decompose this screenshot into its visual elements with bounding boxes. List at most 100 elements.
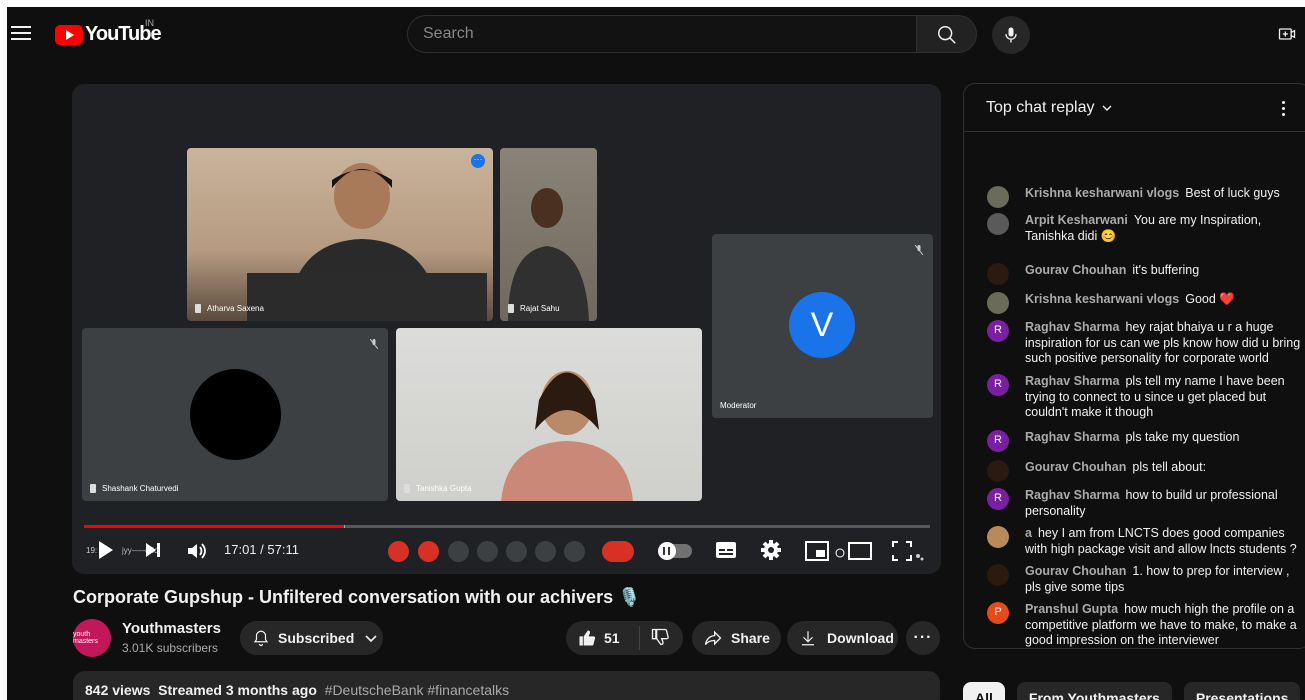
progress-bar[interactable]: [84, 525, 930, 528]
volume-button[interactable]: [186, 541, 208, 561]
channel-name[interactable]: Youthmasters: [122, 620, 221, 637]
participant-name: Tanishka Gupta: [404, 484, 472, 493]
chat-author-avatar[interactable]: R: [987, 320, 1009, 342]
chat-message: P Pranshul Gupta how much high the profile…: [987, 602, 1305, 648]
chat-header: Top chat replay: [964, 84, 1305, 132]
moderator-avatar: V: [789, 292, 855, 358]
chat-author-name[interactable]: Pranshul Gupta: [1025, 602, 1118, 616]
chat-message-text: pls take my question: [1125, 430, 1240, 444]
youtube-logo[interactable]: YouTube IN: [55, 18, 162, 46]
chat-author-avatar[interactable]: [987, 526, 1009, 548]
chat-author-avatar[interactable]: [987, 292, 1009, 314]
chevron-down-icon: [365, 635, 377, 643]
like-count: 51: [604, 630, 620, 646]
play-button[interactable]: [99, 541, 113, 559]
fullscreen-button[interactable]: [888, 540, 924, 562]
chevron-down-icon[interactable]: [1101, 102, 1113, 114]
channel-avatar[interactable]: youth masters: [73, 619, 111, 657]
chat-message-body: a hey I am from LNCTS does good companies…: [1025, 526, 1305, 557]
participant-tile: V Moderator: [712, 234, 933, 418]
time-total: 57:11: [267, 542, 299, 557]
description-box[interactable]: 842 views Streamed 3 months ago #Deutsch…: [73, 671, 940, 700]
like-button[interactable]: 51: [566, 626, 640, 650]
chat-author-avatar[interactable]: [987, 213, 1009, 235]
chat-author-avatar[interactable]: [987, 460, 1009, 482]
chat-author-avatar[interactable]: [987, 186, 1009, 208]
meet-end-call-icon: [602, 541, 634, 562]
settings-button[interactable]: [759, 538, 783, 562]
chat-author-name[interactable]: Raghav Sharma: [1025, 488, 1119, 502]
share-icon: [704, 630, 722, 646]
search-input[interactable]: [408, 16, 916, 52]
chat-message: Krishna kesharwani vlogs Good ❤️: [987, 292, 1305, 314]
miniplayer-icon: [805, 541, 829, 561]
participant-name: Atharva Saxena: [195, 304, 264, 313]
filter-chip[interactable]: From Youthmasters: [1016, 682, 1172, 700]
participant-label: Shashank Chaturvedi: [102, 484, 179, 493]
more-options-icon[interactable]: ···: [471, 154, 485, 168]
chat-author-name[interactable]: Raghav Sharma: [1025, 430, 1119, 444]
hamburger-menu-icon[interactable]: [11, 23, 31, 43]
create-button[interactable]: [1277, 24, 1297, 44]
chat-author-name[interactable]: Arpit Kesharwani: [1025, 213, 1128, 227]
subtitles-icon: [716, 542, 736, 558]
chat-author-name[interactable]: Gourav Chouhan: [1025, 263, 1126, 277]
meet-camera-off-icon: [418, 541, 439, 562]
theater-button[interactable]: [835, 541, 875, 561]
chat-more-options-icon[interactable]: [1282, 98, 1286, 119]
person-figure-icon: [508, 188, 589, 321]
chat-author-avatar[interactable]: [987, 263, 1009, 285]
volume-icon: [188, 543, 206, 559]
chat-message-body: Raghav Sharma hey rajat bhaiya u r a huge…: [1025, 320, 1305, 367]
chat-author-name[interactable]: a: [1025, 526, 1032, 540]
dislike-button[interactable]: [640, 627, 670, 650]
filter-chip[interactable]: Presentations: [1183, 682, 1301, 700]
chat-author-avatar[interactable]: P: [987, 602, 1009, 624]
participant-tile: Atharva Saxena ···: [187, 148, 493, 321]
chat-author-name[interactable]: Gourav Chouhan: [1025, 460, 1126, 474]
chat-message: R Raghav Sharma pls take my question: [987, 430, 1305, 452]
chat-author-name[interactable]: Raghav Sharma: [1025, 320, 1119, 334]
subscribed-button[interactable]: Subscribed: [240, 621, 383, 655]
hashtags[interactable]: #DeutscheBank #financetalks: [325, 682, 509, 698]
chat-message-body: Raghav Sharma how to build ur professiona…: [1025, 488, 1305, 519]
fullscreen-icon: [892, 541, 924, 561]
search-button[interactable]: [916, 15, 977, 53]
voice-search-button[interactable]: [992, 16, 1030, 54]
chat-message-body: Gourav Chouhan it's buffering: [1025, 263, 1305, 279]
share-button[interactable]: Share: [692, 621, 781, 655]
chat-message: Gourav Chouhan pls tell about:: [987, 460, 1305, 482]
chat-message: R Raghav Sharma hey rajat bhaiya u r a hug…: [987, 320, 1305, 367]
chat-author-avatar[interactable]: R: [987, 374, 1009, 396]
youtube-play-icon: [55, 24, 83, 45]
participant-label: Moderator: [720, 401, 757, 410]
gear-icon: [761, 540, 781, 560]
next-button[interactable]: [144, 541, 162, 559]
chat-author-name[interactable]: Krishna kesharwani vlogs: [1025, 292, 1179, 306]
chat-mode-dropdown[interactable]: Top chat replay: [986, 99, 1095, 117]
filter-chip[interactable]: All: [963, 682, 1005, 700]
chat-message-body: Arpit Kesharwani You are my Inspiration, …: [1025, 213, 1305, 244]
chat-author-name[interactable]: Krishna kesharwani vlogs: [1025, 186, 1179, 200]
chat-author-avatar[interactable]: R: [987, 430, 1009, 452]
search-icon: [938, 26, 956, 44]
download-label: Download: [827, 630, 894, 646]
meet-mic-off-icon: [388, 541, 409, 562]
miniplayer-button[interactable]: [805, 541, 829, 561]
autoplay-toggle[interactable]: [658, 542, 692, 560]
download-button[interactable]: Download: [787, 621, 898, 655]
chat-author-name[interactable]: Raghav Sharma: [1025, 374, 1119, 388]
chat-author-avatar[interactable]: R: [987, 488, 1009, 510]
microphone-icon: [1005, 27, 1017, 43]
video-player[interactable]: Atharva Saxena ··· Rajat Sahu V Moderato…: [72, 84, 941, 574]
more-actions-button[interactable]: ···: [906, 621, 940, 655]
subtitles-button[interactable]: [715, 541, 737, 559]
view-count: 842 views: [85, 682, 151, 698]
create-video-icon: [1278, 28, 1296, 40]
participant-name: Rajat Sahu: [508, 304, 560, 313]
live-chat-replay-panel: Top chat replay Krishna kesharwani vlogs…: [963, 83, 1305, 649]
chat-author-avatar[interactable]: [987, 564, 1009, 586]
chat-message: Arpit Kesharwani You are my Inspiration, …: [987, 213, 1305, 244]
chat-author-name[interactable]: Gourav Chouhan: [1025, 564, 1126, 578]
related-filter-chips: AllFrom YouthmastersPresentationsC: [963, 682, 1305, 700]
